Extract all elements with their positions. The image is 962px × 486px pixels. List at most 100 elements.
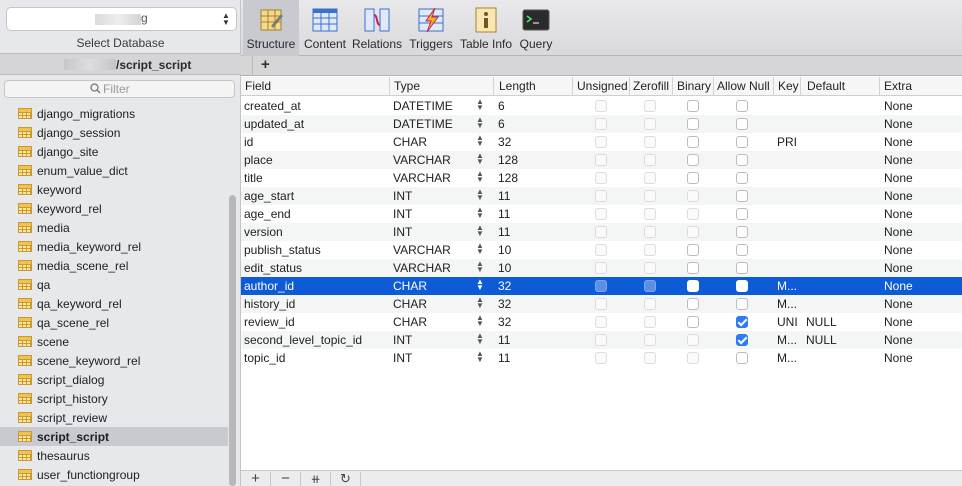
field-cell[interactable]: edit_status <box>244 261 302 275</box>
length-cell[interactable]: 11 <box>498 225 510 239</box>
binary-checkbox[interactable] <box>687 262 699 274</box>
extra-cell[interactable]: None <box>884 315 913 329</box>
type-cell[interactable]: CHAR <box>393 315 427 329</box>
key-cell[interactable]: PRI <box>777 135 797 149</box>
binary-checkbox[interactable] <box>687 352 699 364</box>
allow-null-checkbox[interactable] <box>736 208 748 220</box>
table-row[interactable]: id CHAR ▲ ▼ 32 PRI None <box>241 133 962 151</box>
table-list-item[interactable]: django_migrations <box>0 104 228 123</box>
type-stepper-icon[interactable]: ▲ ▼ <box>476 98 484 112</box>
field-cell[interactable]: review_id <box>244 315 295 329</box>
default-cell[interactable]: NULL <box>806 333 837 347</box>
allow-null-checkbox[interactable] <box>736 334 748 346</box>
type-cell[interactable]: INT <box>393 225 412 239</box>
default-cell[interactable]: NULL <box>806 315 837 329</box>
field-cell[interactable]: place <box>244 153 273 167</box>
table-list-item[interactable]: django_session <box>0 123 228 142</box>
type-cell[interactable]: INT <box>393 207 412 221</box>
zerofill-checkbox[interactable] <box>644 262 656 274</box>
binary-checkbox[interactable] <box>687 280 699 292</box>
table-row[interactable]: second_level_topic_id INT ▲ ▼ 11 M... NULL None <box>241 331 962 349</box>
type-stepper-icon[interactable]: ▲ ▼ <box>476 296 484 310</box>
query-button[interactable]: Query <box>517 0 555 56</box>
table-list-item[interactable]: scene_keyword_rel <box>0 351 228 370</box>
field-cell[interactable]: topic_id <box>244 351 285 365</box>
type-cell[interactable]: VARCHAR <box>393 261 451 275</box>
allow-null-checkbox[interactable] <box>736 226 748 238</box>
unsigned-checkbox[interactable] <box>595 334 607 346</box>
extra-cell[interactable]: None <box>884 243 913 257</box>
structure-button[interactable]: Structure <box>243 0 299 56</box>
field-cell[interactable]: title <box>244 171 263 185</box>
field-cell[interactable]: age_start <box>244 189 294 203</box>
table-row[interactable]: author_id CHAR ▲ ▼ 32 M... None <box>241 277 962 295</box>
allow-null-checkbox[interactable] <box>736 262 748 274</box>
type-cell[interactable]: DATETIME <box>393 99 453 113</box>
key-cell[interactable]: M... <box>777 297 797 311</box>
extra-cell[interactable]: None <box>884 261 913 275</box>
extra-cell[interactable]: None <box>884 117 913 131</box>
field-cell[interactable]: history_id <box>244 297 295 311</box>
add-field-button[interactable]: + <box>241 471 271 486</box>
allow-null-checkbox[interactable] <box>736 136 748 148</box>
table-list-item[interactable]: script_dialog <box>0 370 228 389</box>
table-list-item[interactable]: script_review <box>0 408 228 427</box>
table-row[interactable]: edit_status VARCHAR ▲ ▼ 10 None <box>241 259 962 277</box>
table-list-item[interactable]: qa_keyword_rel <box>0 294 228 313</box>
table-list-item[interactable]: script_history <box>0 389 228 408</box>
type-stepper-icon[interactable]: ▲ ▼ <box>476 206 484 220</box>
unsigned-checkbox[interactable] <box>595 352 607 364</box>
type-stepper-icon[interactable]: ▲ ▼ <box>476 116 484 130</box>
type-stepper-icon[interactable]: ▲ ▼ <box>476 314 484 328</box>
allow-null-checkbox[interactable] <box>736 154 748 166</box>
type-cell[interactable]: CHAR <box>393 135 427 149</box>
zerofill-checkbox[interactable] <box>644 226 656 238</box>
table-list-item[interactable]: media_scene_rel <box>0 256 228 275</box>
table-list-item[interactable]: media <box>0 218 228 237</box>
binary-checkbox[interactable] <box>687 316 699 328</box>
add-tab-button[interactable]: + <box>261 56 270 73</box>
key-cell[interactable]: M... <box>777 333 797 347</box>
length-cell[interactable]: 11 <box>498 333 510 347</box>
duplicate-field-button[interactable]: ⧺ <box>301 472 331 486</box>
table-row[interactable]: history_id CHAR ▲ ▼ 32 M... None <box>241 295 962 313</box>
table-list-item[interactable]: user_functiongroup <box>0 465 228 484</box>
key-cell[interactable]: M... <box>777 279 797 293</box>
length-cell[interactable]: 32 <box>498 315 511 329</box>
header-field[interactable]: Field <box>245 79 271 93</box>
unsigned-checkbox[interactable] <box>595 208 607 220</box>
field-cell[interactable]: created_at <box>244 99 301 113</box>
unsigned-checkbox[interactable] <box>595 136 607 148</box>
table-row[interactable]: place VARCHAR ▲ ▼ 128 None <box>241 151 962 169</box>
extra-cell[interactable]: None <box>884 297 913 311</box>
type-stepper-icon[interactable]: ▲ ▼ <box>476 170 484 184</box>
type-cell[interactable]: DATETIME <box>393 117 453 131</box>
binary-checkbox[interactable] <box>687 226 699 238</box>
extra-cell[interactable]: None <box>884 189 913 203</box>
table-list-item[interactable]: enum_value_dict <box>0 161 228 180</box>
table-list-item[interactable]: media_keyword_rel <box>0 237 228 256</box>
field-cell[interactable]: updated_at <box>244 117 304 131</box>
table-row[interactable]: topic_id INT ▲ ▼ 11 M... None <box>241 349 962 367</box>
type-stepper-icon[interactable]: ▲ ▼ <box>476 242 484 256</box>
field-cell[interactable]: publish_status <box>244 243 321 257</box>
type-cell[interactable]: CHAR <box>393 279 427 293</box>
table-list-item[interactable]: qa <box>0 275 228 294</box>
binary-checkbox[interactable] <box>687 334 699 346</box>
length-cell[interactable]: 10 <box>498 261 511 275</box>
table-list-item[interactable]: thesaurus <box>0 446 228 465</box>
length-cell[interactable]: 128 <box>498 153 518 167</box>
type-cell[interactable]: VARCHAR <box>393 171 451 185</box>
table-list-item[interactable]: qa_scene_rel <box>0 313 228 332</box>
binary-checkbox[interactable] <box>687 172 699 184</box>
length-cell[interactable]: 11 <box>498 189 510 203</box>
field-cell[interactable]: second_level_topic_id <box>244 333 362 347</box>
type-stepper-icon[interactable]: ▲ ▼ <box>476 278 484 292</box>
allow-null-checkbox[interactable] <box>736 298 748 310</box>
field-cell[interactable]: author_id <box>244 279 294 293</box>
zerofill-checkbox[interactable] <box>644 118 656 130</box>
zerofill-checkbox[interactable] <box>644 298 656 310</box>
zerofill-checkbox[interactable] <box>644 100 656 112</box>
table-list-item[interactable]: django_site <box>0 142 228 161</box>
length-cell[interactable]: 11 <box>498 351 510 365</box>
